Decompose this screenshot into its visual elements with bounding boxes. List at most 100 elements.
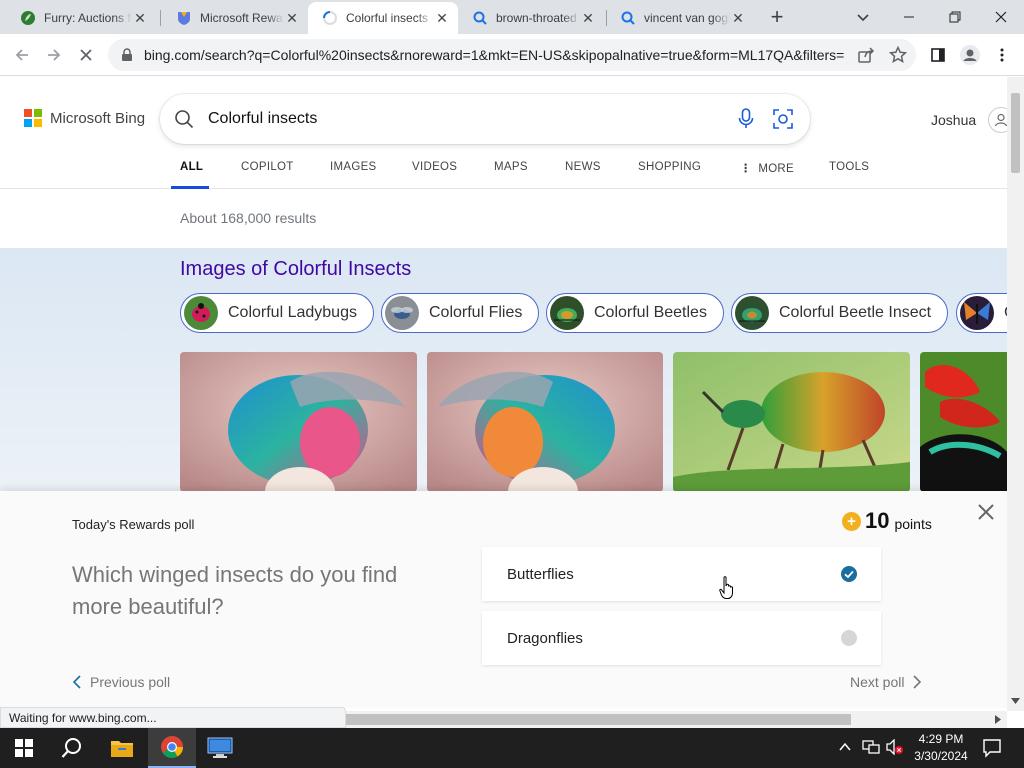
- side-panel-button[interactable]: [924, 41, 952, 69]
- share-icon[interactable]: [857, 46, 875, 69]
- vertical-scrollbar[interactable]: [1007, 77, 1024, 711]
- chip-colorful-partial[interactable]: C: [956, 293, 1007, 333]
- scrollbar-thumb[interactable]: [1011, 93, 1020, 173]
- bing-logo[interactable]: Microsoft Bing: [24, 109, 145, 127]
- tab-title: vincent van gogh: [644, 11, 730, 25]
- tab-furry-auctions[interactable]: Furry: Auctions for ✕: [6, 2, 156, 34]
- user-avatar[interactable]: [988, 107, 1007, 133]
- previous-poll-link[interactable]: Previous poll: [72, 674, 170, 690]
- chip-label: Colorful Beetles: [594, 304, 707, 321]
- chip-colorful-flies[interactable]: Colorful Flies: [381, 293, 540, 333]
- rewards-favicon-icon: [176, 10, 192, 26]
- volume-muted-icon[interactable]: [886, 738, 904, 760]
- bookmark-star-icon[interactable]: [888, 45, 908, 69]
- chip-colorful-beetles[interactable]: Colorful Beetles: [546, 293, 724, 333]
- close-icon[interactable]: ✕: [730, 10, 746, 26]
- close-icon: [978, 504, 994, 520]
- image-result-4[interactable]: [920, 352, 1007, 492]
- tab-vincent-van-gogh[interactable]: vincent van gogh ✕: [606, 2, 754, 34]
- restore-button[interactable]: [940, 2, 970, 32]
- clock-time: 4:29 PM: [918, 732, 964, 746]
- chevron-down-icon: [857, 14, 869, 22]
- tab-images[interactable]: IMAGES: [330, 161, 377, 173]
- tab-microsoft-rewards[interactable]: Microsoft Rewards ✕: [162, 2, 308, 34]
- stop-loading-button[interactable]: [72, 41, 100, 69]
- tab-colorful-insects[interactable]: Colorful insects - Search ✕: [308, 2, 458, 34]
- minimize-button[interactable]: [894, 2, 924, 32]
- image-result-3[interactable]: [673, 352, 910, 492]
- network-status-icon[interactable]: [862, 739, 880, 760]
- image-result-2[interactable]: [427, 352, 663, 492]
- close-window-button[interactable]: [986, 2, 1016, 32]
- tab-copilot[interactable]: COPILOT: [241, 161, 294, 173]
- close-icon[interactable]: ✕: [434, 10, 450, 26]
- tab-title: Microsoft Rewards: [200, 11, 284, 25]
- scrollbar-thumb[interactable]: [340, 714, 851, 725]
- file-explorer-button[interactable]: [98, 728, 146, 768]
- folder-icon: [111, 741, 133, 757]
- bing-results-page: Microsoft Bing Colorful insects Joshua A…: [0, 77, 1007, 708]
- scroll-down-arrow-icon[interactable]: [1011, 698, 1020, 704]
- windows-taskbar: 4:29 PM 3/30/2024: [0, 728, 1024, 768]
- close-icon[interactable]: ✕: [580, 10, 596, 26]
- chip-label: Colorful Flies: [429, 304, 523, 321]
- images-heading[interactable]: Images of Colorful Insects: [180, 258, 411, 281]
- search-input[interactable]: Colorful insects: [208, 110, 736, 128]
- close-icon[interactable]: ✕: [132, 10, 148, 26]
- poll-question: Which winged insects do you find more be…: [72, 562, 398, 619]
- loading-spinner-icon: [322, 10, 338, 26]
- start-button[interactable]: [0, 728, 48, 768]
- reward-coin-icon: +: [842, 511, 861, 531]
- remote-desktop-button[interactable]: [196, 728, 244, 768]
- address-bar[interactable]: bing.com/search?q=Colorful%20insects&rno…: [108, 39, 916, 71]
- next-poll-link[interactable]: Next poll: [850, 674, 922, 690]
- browser-toolbar: bing.com/search?q=Colorful%20insects&rno…: [0, 34, 1024, 76]
- radio-empty-icon: [841, 630, 857, 646]
- lock-icon[interactable]: [120, 48, 134, 62]
- microphone-icon[interactable]: [736, 108, 756, 130]
- status-text: Waiting for www.bing.com...: [9, 710, 157, 725]
- user-name[interactable]: Joshua: [931, 112, 976, 128]
- browser-menu-button[interactable]: [988, 41, 1016, 69]
- scroll-right-arrow-icon[interactable]: [995, 715, 1001, 724]
- chrome-taskbar-button[interactable]: [148, 728, 196, 768]
- tab-maps[interactable]: MAPS: [494, 161, 528, 173]
- search-icon[interactable]: [174, 109, 194, 129]
- tab-videos[interactable]: VIDEOS: [412, 161, 457, 173]
- tab-brown-throated-sloth[interactable]: brown-throated sloth ✕: [458, 2, 604, 34]
- close-icon[interactable]: ✕: [284, 10, 300, 26]
- active-tab-underline: [171, 186, 209, 189]
- poll-option-butterflies[interactable]: Butterflies: [482, 547, 881, 601]
- chip-colorful-ladybugs[interactable]: Colorful Ladybugs: [180, 293, 374, 333]
- furry-favicon-icon: [20, 10, 36, 26]
- side-panel-icon: [931, 48, 945, 62]
- search-favicon-icon: [472, 10, 488, 26]
- show-hidden-icons-button[interactable]: [838, 740, 852, 759]
- poll-close-button[interactable]: [975, 501, 997, 523]
- system-clock[interactable]: 4:29 PM 3/30/2024: [910, 731, 972, 765]
- tab-tools[interactable]: TOOLS: [829, 161, 869, 173]
- butterfly-image: [920, 352, 1007, 492]
- tab-shopping[interactable]: SHOPPING: [638, 161, 701, 173]
- image-result-1[interactable]: [180, 352, 417, 492]
- chip-colorful-beetle-insect[interactable]: Colorful Beetle Insect: [731, 293, 949, 333]
- tab-more-label: MORE: [758, 163, 795, 175]
- tab-title: Furry: Auctions for: [44, 11, 132, 25]
- new-tab-button[interactable]: +: [762, 2, 792, 32]
- beetle-thumbnail: [550, 296, 584, 330]
- poll-option-dragonflies[interactable]: Dragonflies: [482, 611, 881, 665]
- taskbar-search-button[interactable]: [48, 728, 96, 768]
- tab-more[interactable]: ⋮ MORE: [740, 161, 794, 175]
- profile-button[interactable]: [956, 41, 984, 69]
- cuckoo-wasp-image: [180, 352, 417, 492]
- search-box[interactable]: Colorful insects: [160, 94, 810, 144]
- forward-button[interactable]: [40, 41, 68, 69]
- tab-news[interactable]: NEWS: [565, 161, 601, 173]
- computer-monitor-icon: [207, 737, 233, 758]
- windows-logo-icon: [15, 739, 33, 757]
- action-center-button[interactable]: [982, 738, 1002, 763]
- tab-search-button[interactable]: [848, 2, 878, 32]
- visual-search-icon[interactable]: [772, 108, 794, 130]
- back-button[interactable]: [8, 41, 36, 69]
- tab-all[interactable]: ALL: [180, 161, 203, 173]
